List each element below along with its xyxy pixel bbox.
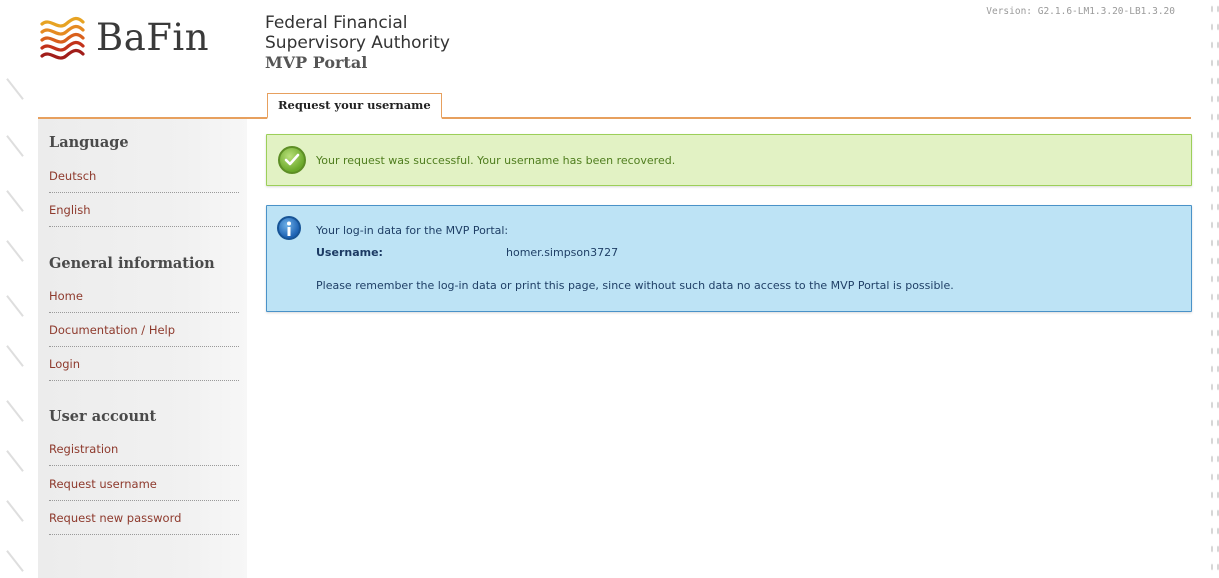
sidebar-item-documentation[interactable]: Documentation / Help bbox=[49, 323, 239, 347]
bafin-waves-icon bbox=[40, 16, 85, 60]
org-line-2: Supervisory Authority bbox=[265, 33, 450, 53]
username-value: homer.simpson3727 bbox=[506, 246, 619, 259]
tab-request-username[interactable]: Request your username bbox=[267, 93, 442, 119]
sidebar-item-request-username[interactable]: Request username bbox=[49, 477, 239, 501]
success-message: Your request was successful. Your userna… bbox=[266, 134, 1192, 186]
sidebar-item-english[interactable]: English bbox=[49, 203, 239, 227]
org-line-1: Federal Financial bbox=[265, 13, 408, 33]
portal-name: MVP Portal bbox=[265, 53, 368, 72]
left-edge-decoration bbox=[0, 0, 38, 578]
sidebar-item-login[interactable]: Login bbox=[49, 357, 239, 381]
success-text: Your request was successful. Your userna… bbox=[316, 154, 676, 167]
logo-text: BaFin bbox=[96, 15, 210, 59]
info-note: Please remember the log-in data or print… bbox=[316, 279, 954, 292]
info-heading: Your log-in data for the MVP Portal: bbox=[316, 224, 509, 237]
info-message: Your log-in data for the MVP Portal: Use… bbox=[266, 205, 1192, 312]
sidebar-item-registration[interactable]: Registration bbox=[49, 442, 239, 466]
organization-title: Federal Financial Supervisory Authority … bbox=[265, 13, 450, 73]
checkmark-icon bbox=[278, 146, 306, 174]
right-edge-decoration bbox=[1209, 0, 1219, 578]
version-label: Version: G2.1.6-LM1.3.20-LB1.3.20 bbox=[986, 6, 1175, 17]
username-label: Username: bbox=[316, 246, 383, 259]
sidebar-item-home[interactable]: Home bbox=[49, 289, 239, 313]
sidebar-title-account: User account bbox=[49, 408, 157, 425]
sidebar-title-general: General information bbox=[49, 255, 215, 272]
sidebar-title-language: Language bbox=[49, 134, 129, 151]
sidebar-item-deutsch[interactable]: Deutsch bbox=[49, 169, 239, 193]
sidebar-item-request-password[interactable]: Request new password bbox=[49, 511, 239, 535]
sidebar: Language Deutsch English General informa… bbox=[38, 119, 247, 578]
info-icon bbox=[277, 216, 301, 240]
bafin-logo[interactable]: BaFin bbox=[38, 14, 209, 60]
